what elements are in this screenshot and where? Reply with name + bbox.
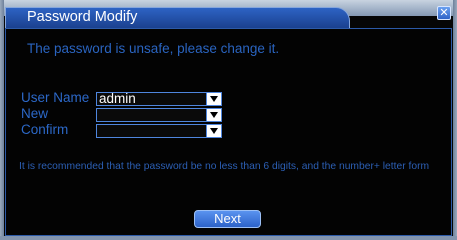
user-name-label: User Name (21, 90, 90, 105)
user-name-select[interactable]: admin (96, 92, 222, 106)
dialog-panel (5, 28, 452, 236)
warning-message: The password is unsafe, please change it… (27, 41, 280, 56)
user-name-value: admin (99, 91, 136, 106)
chevron-down-icon[interactable] (206, 93, 221, 105)
window-frame-right (453, 0, 457, 240)
confirm-password-field[interactable] (96, 124, 222, 138)
window-frame-bottom (0, 236, 457, 240)
confirm-password-label: Confirm (21, 122, 69, 137)
chevron-down-icon[interactable] (206, 109, 221, 121)
window-frame-left (0, 0, 4, 240)
dialog-title: Password Modify (27, 9, 138, 25)
chevron-down-icon[interactable] (206, 125, 221, 137)
new-password-label: New (21, 106, 49, 121)
close-button[interactable]: ✕ (437, 6, 451, 20)
close-icon: ✕ (439, 6, 449, 19)
new-password-field[interactable] (96, 108, 222, 122)
next-button[interactable]: Next (194, 210, 261, 228)
recommendation-note: It is recommended that the password be n… (19, 161, 430, 172)
